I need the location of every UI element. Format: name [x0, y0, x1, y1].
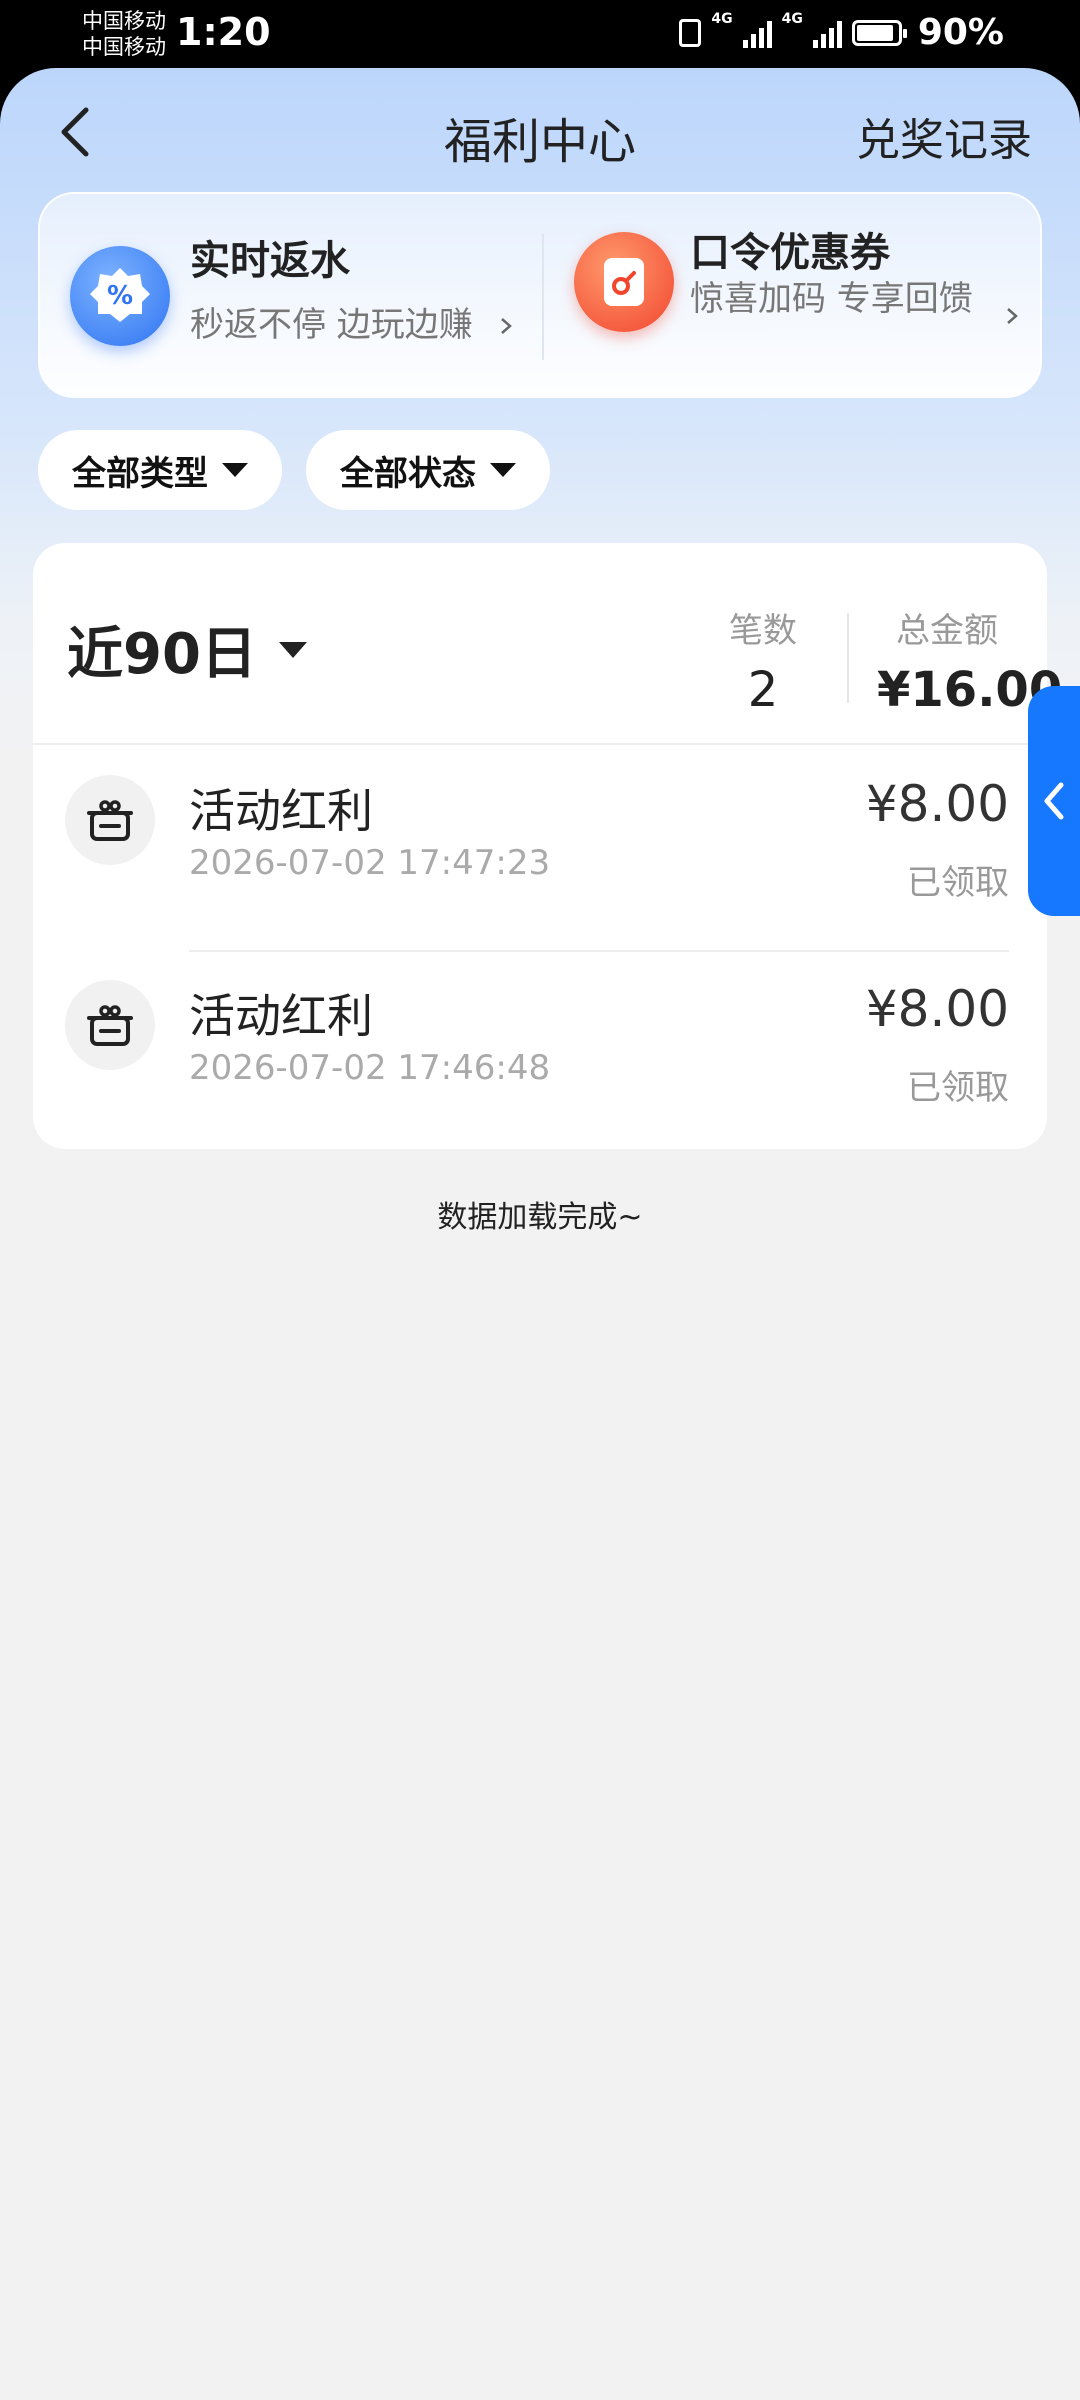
- redeem-records-link[interactable]: 兑奖记录: [856, 104, 1032, 168]
- coupon-code-entry[interactable]: 口令优惠券 惊喜加码 专享回馈: [544, 194, 1040, 400]
- promo-card: % 实时返水 秒返不停 边玩边赚 口令优惠券 惊喜加码 专享回馈: [38, 192, 1042, 398]
- promo-title: 口令优惠券: [690, 230, 890, 276]
- record-time: 2026-07-02 17:47:23: [189, 843, 551, 883]
- promo-subtitle: 秒返不停 边玩边赚: [190, 305, 473, 345]
- gift-box-icon: [65, 775, 155, 865]
- welfare-center-page: 福利中心 兑奖记录 % 实时返水 秒返不停 边玩边赚 口令优惠券 惊喜加码 专享…: [0, 68, 1080, 2400]
- percent-badge-icon: %: [70, 246, 170, 346]
- stat-divider: [847, 613, 849, 703]
- type-filter-label: 全部类型: [72, 453, 208, 494]
- record-status: 已领取: [907, 1068, 1009, 1108]
- signal-icon: [812, 18, 842, 48]
- status-bar: 中国移动 中国移动 1:20 4G 4G 90%: [0, 0, 1080, 70]
- records-card: 近90日 笔数 2 总金额 ¥16.00 活动红利 2026-07-02 17:…: [33, 543, 1063, 1149]
- battery-percent: 90%: [917, 12, 1004, 53]
- realtime-rebate-entry[interactable]: % 实时返水 秒返不停 边玩边赚: [40, 194, 542, 400]
- filter-bar: 全部类型 全部状态: [38, 430, 550, 510]
- record-row[interactable]: 活动红利 2026-07-02 17:47:23 ¥8.00 已领取: [33, 745, 1047, 952]
- chevron-left-icon: [1044, 782, 1064, 820]
- vibrate-icon: [679, 18, 702, 47]
- period-label: 近90日: [67, 622, 257, 687]
- battery-icon: [851, 19, 907, 46]
- load-complete-text: 数据加载完成~: [437, 1200, 643, 1235]
- total-label: 总金额: [896, 611, 998, 651]
- count-value: 2: [747, 662, 779, 718]
- gift-box-icon: [65, 980, 155, 1070]
- network-type-1: 4G: [711, 11, 733, 27]
- status-icons: 4G 4G 90%: [679, 12, 1004, 53]
- record-amount: ¥8.00: [865, 980, 1009, 1038]
- promo-title: 实时返水: [190, 238, 350, 284]
- status-filter-dropdown[interactable]: 全部状态: [306, 430, 550, 510]
- chevron-right-icon: [501, 318, 512, 334]
- type-filter-dropdown[interactable]: 全部类型: [38, 430, 282, 510]
- record-name: 活动红利: [189, 784, 373, 838]
- status-filter-label: 全部状态: [340, 453, 476, 494]
- record-time: 2026-07-02 17:46:48: [189, 1048, 551, 1088]
- svg-text:%: %: [107, 281, 133, 311]
- period-selector[interactable]: 近90日: [67, 609, 307, 690]
- navbar: 福利中心 兑奖记录: [0, 68, 1080, 192]
- network-type-2: 4G: [781, 11, 803, 27]
- signal-icon: [742, 18, 772, 48]
- clock: 1:20: [176, 10, 271, 54]
- count-stat: 笔数 2: [713, 603, 813, 718]
- total-stat: 总金额 ¥16.00: [877, 603, 1063, 718]
- caret-down-icon: [278, 641, 307, 658]
- caret-down-icon: [490, 463, 516, 477]
- coupon-key-icon: [574, 232, 674, 332]
- record-status: 已领取: [907, 863, 1009, 903]
- carrier-names: 中国移动 中国移动: [82, 8, 166, 60]
- caret-down-icon: [222, 463, 248, 477]
- total-value: ¥16.00: [877, 662, 1063, 718]
- record-row[interactable]: 活动红利 2026-07-02 17:46:48 ¥8.00 已领取: [33, 950, 1047, 1155]
- promo-subtitle: 惊喜加码 专享回馈: [690, 279, 973, 319]
- carrier-1: 中国移动: [82, 9, 166, 33]
- record-amount: ¥8.00: [865, 775, 1009, 833]
- side-drawer-tab[interactable]: [1028, 686, 1080, 916]
- record-name: 活动红利: [189, 989, 373, 1043]
- count-label: 笔数: [729, 611, 797, 651]
- carrier-2: 中国移动: [82, 35, 166, 59]
- chevron-right-icon: [1007, 308, 1018, 324]
